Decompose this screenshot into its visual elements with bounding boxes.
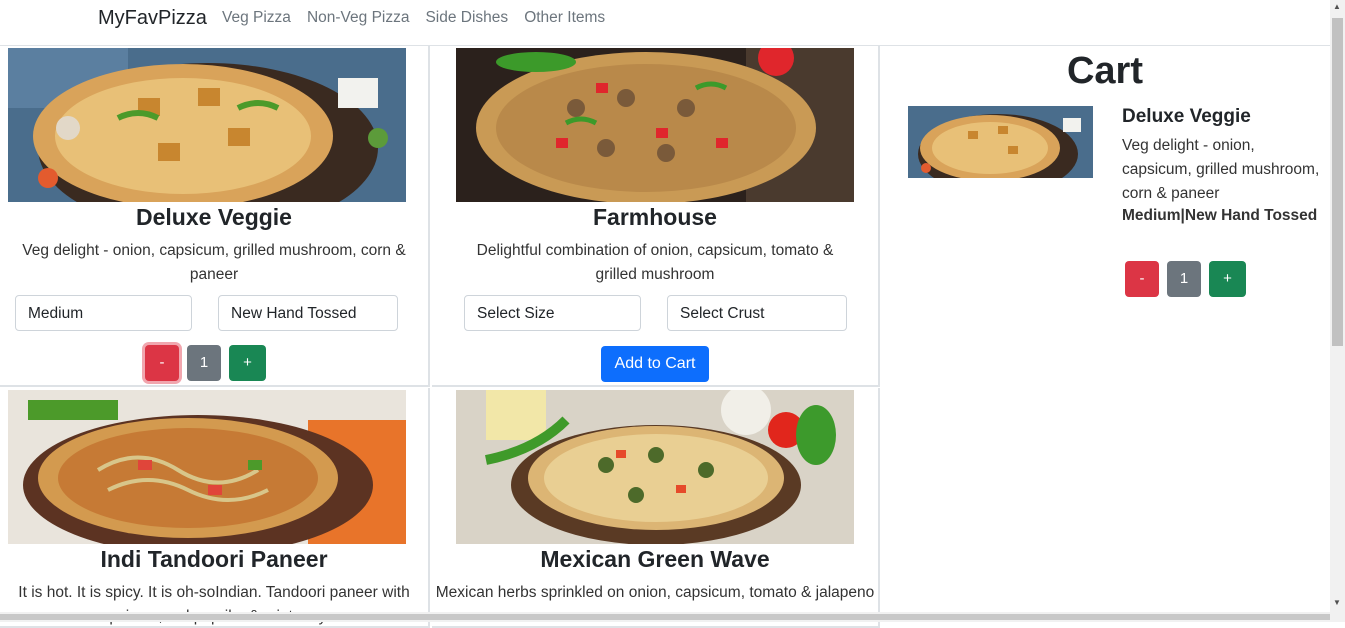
nav-link-other-items[interactable]: Other Items: [524, 9, 605, 27]
nav-link-veg-pizza[interactable]: Veg Pizza: [222, 9, 291, 27]
cart-item-info: Deluxe Veggie Veg delight - onion, capsi…: [1122, 106, 1322, 225]
add-to-cart-button[interactable]: Add to Cart: [601, 346, 709, 382]
product-title: Mexican Green Wave: [540, 546, 770, 572]
quantity-controls: - 1 +: [145, 345, 266, 381]
product-options: Select Size Select Crust: [464, 295, 847, 333]
brand-link[interactable]: MyFavPizza: [98, 7, 207, 30]
cart-item-title: Deluxe Veggie: [1122, 106, 1251, 127]
quantity-display: 1: [187, 345, 221, 381]
product-description: Delightful combination of onion, capsicu…: [476, 242, 834, 283]
cart-quantity-display: 1: [1167, 261, 1201, 297]
product-title: Farmhouse: [593, 204, 717, 230]
cart-item-description: Veg delight - onion, capsicum, grilled m…: [1122, 137, 1320, 202]
pizza-image: [8, 48, 406, 202]
decrease-quantity-button[interactable]: -: [145, 345, 179, 381]
cart-decrease-button[interactable]: -: [1125, 261, 1159, 297]
product-card: Indi Tandoori Paneer It is hot. It is sp…: [0, 388, 430, 628]
cart-panel: Cart Deluxe Veggie Veg delight - onion, …: [880, 46, 1330, 622]
product-description: Mexican herbs sprinkled on onion, capsic…: [435, 584, 875, 601]
nav-link-non-veg-pizza[interactable]: Non-Veg Pizza: [307, 9, 410, 27]
vertical-scroll-thumb[interactable]: [1332, 18, 1343, 346]
product-card: Farmhouse Delightful combination of onio…: [432, 46, 880, 387]
nav-links: Veg Pizza Non-Veg Pizza Side Dishes Othe…: [222, 9, 605, 27]
product-card: Mexican Green Wave Mexican herbs sprinkl…: [432, 388, 880, 628]
crust-select[interactable]: New Hand Tossed: [218, 295, 398, 331]
product-grid: Deluxe Veggie Veg delight - onion, capsi…: [0, 46, 880, 628]
navbar: MyFavPizza Veg Pizza Non-Veg Pizza Side …: [0, 0, 1330, 46]
pizza-image: [456, 48, 854, 202]
product-title: Deluxe Veggie: [136, 204, 292, 230]
horizontal-scroll-thumb[interactable]: [0, 614, 1330, 620]
product-title: Indi Tandoori Paneer: [100, 546, 328, 572]
horizontal-scrollbar[interactable]: [0, 612, 1330, 622]
cart-title: Cart: [1066, 50, 1144, 92]
size-select[interactable]: Medium: [15, 295, 192, 331]
size-select[interactable]: Select Size: [464, 295, 641, 331]
vertical-scrollbar[interactable]: ▲ ▼: [1330, 0, 1345, 622]
crust-select[interactable]: Select Crust: [667, 295, 847, 331]
cart-item-image: [908, 106, 1093, 178]
increase-quantity-button[interactable]: +: [229, 345, 266, 381]
cart-item-options: Medium|New Hand Tossed: [1122, 207, 1318, 224]
pizza-image: [456, 390, 854, 544]
scroll-up-arrow-icon[interactable]: ▲: [1333, 2, 1341, 11]
pizza-image: [8, 390, 406, 544]
scroll-down-arrow-icon[interactable]: ▼: [1333, 598, 1341, 607]
product-description: Veg delight - onion, capsicum, grilled m…: [22, 242, 406, 283]
cart-quantity-controls: - 1 +: [1125, 261, 1246, 297]
product-options: Medium New Hand Tossed: [15, 295, 398, 333]
cart-increase-button[interactable]: +: [1209, 261, 1246, 297]
nav-link-side-dishes[interactable]: Side Dishes: [425, 9, 508, 27]
product-card: Deluxe Veggie Veg delight - onion, capsi…: [0, 46, 430, 387]
